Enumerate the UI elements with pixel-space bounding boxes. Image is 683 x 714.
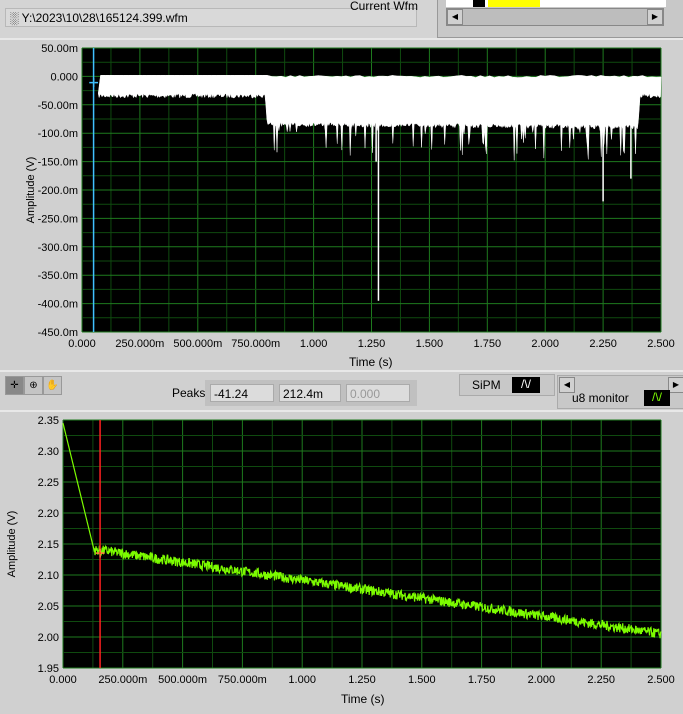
sipm-plot-icon: /\/	[512, 377, 540, 393]
cursor-tool-icon[interactable]: ✛	[5, 376, 24, 395]
color-swatch	[473, 0, 485, 7]
x-tick-label: 1.250	[358, 338, 386, 350]
x-tick-label: 2.500	[647, 338, 675, 350]
x-tick-label: 0.000	[68, 338, 96, 350]
pan-hand-icon[interactable]: ✋	[43, 376, 62, 395]
current-wfm-label: Current Wfm	[350, 0, 419, 13]
monitor-legend[interactable]: ◀ ▶ u8 monitor /\/	[557, 375, 683, 409]
graph-palette: ✛ ⊕ ✋	[5, 376, 62, 395]
x-tick-label: 1.000	[300, 338, 328, 350]
y-tick-label: -300.0m	[38, 242, 78, 254]
waveform-table[interactable]: ◀ ▶	[437, 0, 683, 38]
x-tick-label: 250.000m	[115, 338, 164, 350]
y-tick-label: 50.00m	[41, 43, 78, 55]
x-tick-label: 750.000m	[218, 674, 267, 686]
y-tick-label: 2.25	[38, 477, 59, 489]
monitor-plot-icon: /\/	[644, 390, 670, 406]
y-tick-label: -150.0m	[38, 157, 78, 169]
x-tick-label: 500.000m	[158, 674, 207, 686]
y-axis-label: Amplitude (V)	[25, 157, 37, 224]
sipm-label: SiPM	[472, 378, 501, 392]
x-tick-label: 2.500	[647, 674, 675, 686]
y-tick-label: -350.0m	[38, 270, 78, 282]
x-tick-label: 1.250	[348, 674, 376, 686]
scroll-right-button[interactable]: ▶	[647, 9, 663, 25]
y-tick-label: 0.000	[50, 71, 78, 83]
y-tick-label: 2.15	[38, 539, 59, 551]
x-tick-label: 1.750	[474, 338, 502, 350]
channel-name-cell	[488, 0, 540, 7]
x-tick-label: 250.000m	[98, 674, 147, 686]
x-tick-label: 750.000m	[231, 338, 280, 350]
y-tick-label: 2.20	[38, 508, 59, 520]
bottom-x-axis-label: Time (s)	[341, 692, 385, 706]
peaks-value-2[interactable]: 212.4m	[279, 384, 341, 402]
x-tick-label: 2.000	[531, 338, 559, 350]
x-tick-label: 2.000	[528, 674, 556, 686]
x-tick-label: 2.250	[589, 338, 617, 350]
sipm-legend[interactable]: SiPM /\/	[459, 374, 555, 396]
zoom-tool-icon[interactable]: ⊕	[24, 376, 43, 395]
y-tick-label: 2.35	[38, 415, 59, 427]
x-tick-label: 2.250	[587, 674, 615, 686]
peaks-value-1[interactable]: -41.24	[210, 384, 274, 402]
path-icon: ░	[10, 11, 22, 25]
x-tick-label: 1.500	[408, 674, 436, 686]
y-tick-label: -200.0m	[38, 185, 78, 197]
top-x-axis-label: Time (s)	[349, 355, 393, 369]
y-tick-label: -250.0m	[38, 213, 78, 225]
legend-scroll-right[interactable]: ▶	[668, 377, 683, 393]
table-row[interactable]	[446, 0, 666, 7]
y-tick-label: 2.30	[38, 446, 59, 458]
bottom-waveform-graph[interactable]: 0.000 250.000m 500.000m 750.000m 1.000 1.250 1…	[0, 410, 683, 712]
y-tick-label: 1.95	[38, 663, 59, 675]
y-tick-label: 2.10	[38, 570, 59, 582]
cursor-marker-icon: ✛	[95, 546, 105, 560]
x-tick-label: 500.000m	[173, 338, 222, 350]
y-axis-label: Amplitude (V)	[6, 511, 18, 578]
y-tick-label: -50.00m	[38, 100, 78, 112]
x-tick-label: 0.000	[49, 674, 77, 686]
x-tick-label: 1.750	[468, 674, 496, 686]
y-tick-label: -450.0m	[38, 327, 78, 339]
top-waveform-graph[interactable]: 0.000 250.000m 500.000m 750.000m 1.000 1.250 1…	[0, 38, 683, 370]
x-tick-label: 1.500	[416, 338, 444, 350]
y-tick-label: 2.00	[38, 632, 59, 644]
x-tick-label: 1.000	[288, 674, 316, 686]
y-tick-label: -400.0m	[38, 299, 78, 311]
monitor-label: u8 monitor	[572, 391, 629, 405]
horizontal-scrollbar[interactable]: ◀ ▶	[446, 8, 664, 26]
y-tick-label: 2.05	[38, 601, 59, 613]
cursor-marker-icon: ✛	[89, 76, 99, 90]
file-path-text: Y:\2023\10\28\165124.399.wfm	[21, 11, 188, 25]
y-tick-label: -100.0m	[38, 128, 78, 140]
scroll-left-button[interactable]: ◀	[447, 9, 463, 25]
peaks-value-3[interactable]: 0.000	[346, 384, 410, 402]
peaks-label: Peaks	[172, 386, 206, 400]
